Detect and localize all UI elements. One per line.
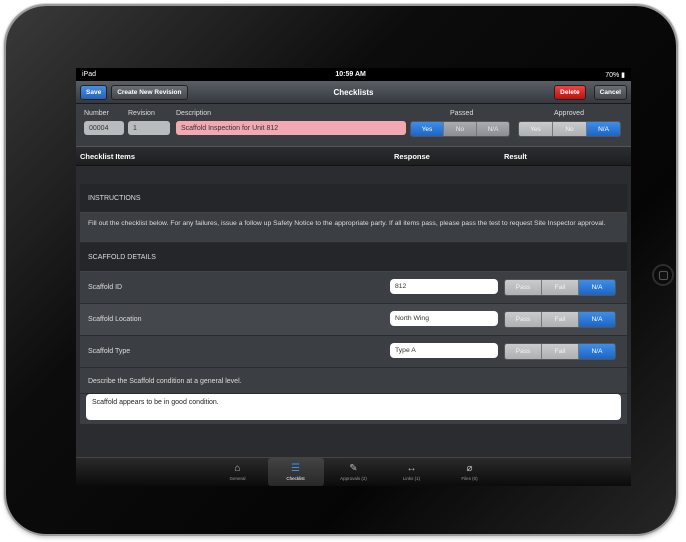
revision-label: Revision	[128, 110, 155, 117]
nav-right-buttons: Delete Cancel	[554, 84, 627, 100]
number-label: Number	[84, 110, 109, 117]
status-bar: iPad 10:59 AM 70% ▮	[76, 68, 631, 81]
column-result: Result	[504, 152, 527, 161]
carrier-label: iPad	[82, 71, 97, 78]
delete-button[interactable]: Delete	[554, 84, 586, 100]
column-response: Response	[394, 152, 430, 161]
checklist-column-header: Checklist Items Response Result	[76, 146, 631, 166]
scaffold-details-heading: SCAFFOLD DETAILS	[80, 243, 627, 272]
create-new-revision-button[interactable]: Create New Revision	[111, 84, 188, 100]
approved-yes-option[interactable]: Yes	[519, 122, 553, 136]
description-label: Description	[176, 110, 212, 117]
condition-textarea[interactable]: Scaffold appears to be in good condition…	[86, 394, 621, 420]
fail-option[interactable]: Fail	[542, 280, 579, 295]
checklist-row: Scaffold Type Type A Pass Fail N/A	[80, 336, 627, 368]
describe-prompt: Describe the Scaffold condition at a gen…	[80, 368, 627, 394]
revision-field[interactable]: 1	[128, 121, 170, 135]
scaffold-id-result-control[interactable]: Pass Fail N/A	[504, 279, 616, 296]
save-button[interactable]: Save	[80, 84, 108, 100]
column-checklist-items: Checklist Items	[80, 152, 136, 161]
approved-no-option[interactable]: No	[553, 122, 587, 136]
tab-label: Links (1)	[402, 476, 421, 481]
checklist-content[interactable]: INSTRUCTIONS Fill out the checklist belo…	[80, 184, 627, 458]
arrows-icon: ↔	[406, 463, 417, 474]
tab-label: Files (0)	[461, 476, 478, 481]
describe-row: Scaffold appears to be in good condition…	[80, 394, 627, 424]
na-option[interactable]: N/A	[579, 280, 615, 295]
fail-option[interactable]: Fail	[542, 312, 579, 327]
passed-yes-option[interactable]: Yes	[411, 122, 444, 136]
clock: 10:59 AM	[335, 71, 366, 78]
paperclip-icon: ⌀	[466, 463, 473, 474]
item-label: Scaffold Type	[88, 348, 131, 355]
nav-bar: Save Create New Revision Checklists Dele…	[76, 81, 631, 104]
number-field[interactable]: 00004	[84, 121, 124, 135]
battery-percent: 70%	[605, 71, 620, 79]
tab-bar: ⌂ General ☰ Checklist ✎ Approvals (2) ↔ …	[76, 457, 631, 486]
tab-label: General	[229, 476, 246, 481]
tab-label: Checklist	[286, 476, 305, 481]
description-field[interactable]: Scaffold Inspection for Unit 812	[176, 121, 406, 135]
tab-general[interactable]: ⌂ General	[210, 458, 266, 486]
checklist-header-fields: Number Revision Description Passed Appro…	[76, 104, 631, 146]
passed-no-option[interactable]: No	[444, 122, 477, 136]
scaffold-location-result-control[interactable]: Pass Fail N/A	[504, 311, 616, 328]
instructions-heading: INSTRUCTIONS	[80, 184, 627, 213]
tab-checklist[interactable]: ☰ Checklist	[267, 458, 324, 486]
na-option[interactable]: N/A	[579, 312, 615, 327]
checklist-row: Scaffold ID 812 Pass Fail N/A	[80, 272, 627, 304]
pass-option[interactable]: Pass	[505, 312, 542, 327]
battery-indicator: 70% ▮	[605, 71, 625, 79]
passed-label: Passed	[450, 110, 474, 117]
app-screen: iPad 10:59 AM 70% ▮ Save Create New Revi…	[76, 68, 631, 486]
pass-option[interactable]: Pass	[505, 280, 542, 295]
instructions-text: Fill out the checklist below. For any fa…	[80, 213, 627, 243]
item-label: Scaffold Location	[88, 316, 142, 323]
pencil-icon: ✎	[349, 463, 358, 474]
item-label: Scaffold ID	[88, 284, 123, 291]
passed-na-option[interactable]: N/A	[477, 122, 509, 136]
home-icon: ⌂	[234, 463, 241, 474]
approved-label: Approved	[554, 110, 584, 117]
scaffold-id-input[interactable]: 812	[390, 279, 498, 294]
scaffold-type-result-control[interactable]: Pass Fail N/A	[504, 343, 616, 360]
scaffold-location-input[interactable]: North Wing	[390, 311, 498, 326]
tab-approvals[interactable]: ✎ Approvals (2)	[326, 458, 382, 486]
checklist-row: Scaffold Location North Wing Pass Fail N…	[80, 304, 627, 336]
list-icon: ☰	[291, 463, 300, 474]
na-option[interactable]: N/A	[579, 344, 615, 359]
home-button[interactable]	[652, 264, 674, 286]
tab-links[interactable]: ↔ Links (1)	[384, 458, 440, 486]
scaffold-type-input[interactable]: Type A	[390, 343, 498, 358]
ipad-device-frame: iPad 10:59 AM 70% ▮ Save Create New Revi…	[6, 6, 676, 534]
pass-option[interactable]: Pass	[505, 344, 542, 359]
fail-option[interactable]: Fail	[542, 344, 579, 359]
tab-label: Approvals (2)	[340, 476, 367, 481]
approved-segmented-control[interactable]: Yes No N/A	[518, 121, 621, 137]
tab-files[interactable]: ⌀ Files (0)	[442, 458, 498, 486]
cancel-button[interactable]: Cancel	[593, 84, 627, 100]
approved-na-option[interactable]: N/A	[587, 122, 620, 136]
passed-segmented-control[interactable]: Yes No N/A	[410, 121, 510, 137]
